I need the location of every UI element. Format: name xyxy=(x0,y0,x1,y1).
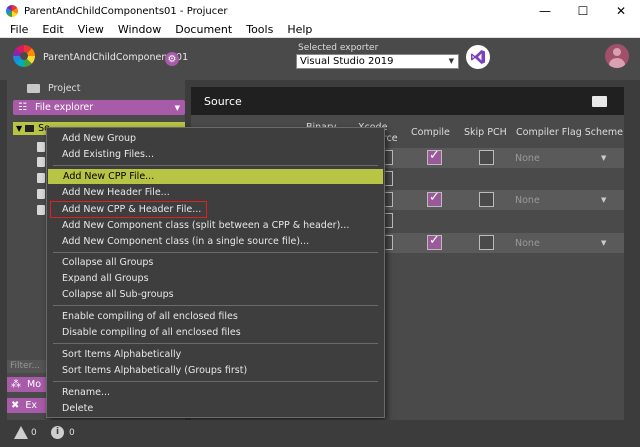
menu-item-rename[interactable]: Rename... xyxy=(47,385,384,400)
menu-file[interactable]: File xyxy=(0,23,35,36)
menu-bar: File Edit View Window Document Tools Hel… xyxy=(0,22,640,38)
chevron-down-icon: ▼ xyxy=(16,124,23,133)
menu-item-disable-compiling[interactable]: Disable compiling of all enclosed files xyxy=(47,325,384,340)
sidebar-project[interactable]: Project xyxy=(7,81,185,96)
compiler-flag-scheme-select[interactable]: None ▼ xyxy=(515,195,606,206)
menu-separator xyxy=(53,165,378,166)
menu-separator xyxy=(53,252,378,253)
menu-item-add-new-cpp-file[interactable]: Add New CPP File... xyxy=(48,169,383,184)
warning-count: 0 xyxy=(31,428,37,438)
chevron-down-icon: ▼ xyxy=(174,103,180,112)
warning-icon[interactable] xyxy=(14,426,28,439)
info-count: 0 xyxy=(69,428,75,438)
menu-tools[interactable]: Tools xyxy=(239,23,280,36)
file-explorer-tab[interactable]: ☷ File explorer ▼ xyxy=(13,100,185,115)
compiler-flag-scheme-select[interactable]: None ▼ xyxy=(515,238,606,249)
compiler-flag-scheme-select[interactable]: None ▼ xyxy=(515,153,606,164)
sidebar-project-label: Project xyxy=(48,83,81,94)
menu-item-collapse-all-groups[interactable]: Collapse all Groups xyxy=(47,255,384,270)
maximize-button[interactable]: ☐ xyxy=(564,0,602,22)
close-button[interactable]: ✕ xyxy=(602,0,640,22)
compile-checkbox[interactable] xyxy=(427,148,442,165)
exporter-label: Selected exporter xyxy=(298,43,379,53)
info-icon[interactable]: i xyxy=(51,426,64,439)
projucer-logo-icon xyxy=(13,45,35,67)
file-tree-icon: ☷ xyxy=(18,102,27,113)
menu-item-sort-groups-first[interactable]: Sort Items Alphabetically (Groups first) xyxy=(47,363,384,378)
compile-checkbox[interactable] xyxy=(427,233,442,250)
user-avatar-icon[interactable] xyxy=(605,44,629,68)
project-header: ParentAndChildComponents01 ⚙ Selected ex… xyxy=(0,38,640,80)
status-bar: 0 i 0 xyxy=(0,420,640,447)
menu-item-expand-all-groups[interactable]: Expand all Groups xyxy=(47,271,384,286)
menu-separator xyxy=(53,381,378,382)
file-explorer-label: File explorer xyxy=(35,102,94,113)
menu-item-add-new-header-file[interactable]: Add New Header File... xyxy=(47,185,384,200)
minimize-button[interactable]: — xyxy=(526,0,564,22)
chevron-down-icon: ▼ xyxy=(601,196,607,204)
menu-view[interactable]: View xyxy=(71,23,111,36)
source-header: Source xyxy=(191,87,624,115)
modules-icon: ⁂ xyxy=(11,379,21,390)
folder-open-icon[interactable] xyxy=(592,96,607,107)
menu-item-add-existing-files[interactable]: Add Existing Files... xyxy=(47,147,384,162)
projucer-app-icon xyxy=(6,5,18,17)
project-settings-gear-icon[interactable]: ⚙ xyxy=(165,52,179,66)
exporters-icon: ✖ xyxy=(11,400,20,411)
file-icon[interactable] xyxy=(37,173,45,183)
file-icon[interactable] xyxy=(37,205,45,215)
window-title: ParentAndChildComponents01 - Projucer xyxy=(24,5,228,17)
chevron-down-icon: ▼ xyxy=(448,57,454,65)
file-icon[interactable] xyxy=(37,157,45,167)
highlight-outline xyxy=(50,201,207,218)
exporters-tab-label: Ex xyxy=(25,400,38,411)
group-context-menu: Add New Group Add Existing Files... Add … xyxy=(46,127,385,418)
chevron-down-icon: ▼ xyxy=(601,239,607,247)
menu-window[interactable]: Window xyxy=(111,23,168,36)
menu-edit[interactable]: Edit xyxy=(35,23,70,36)
file-icon[interactable] xyxy=(37,189,45,199)
folder-icon xyxy=(25,125,35,132)
menu-separator xyxy=(53,305,378,306)
skip-pch-checkbox[interactable] xyxy=(479,235,494,250)
menu-item-enable-compiling[interactable]: Enable compiling of all enclosed files xyxy=(47,309,384,324)
modules-tab[interactable]: ⁂ Mo xyxy=(7,377,47,392)
visual-studio-icon[interactable] xyxy=(466,45,490,69)
menu-help[interactable]: Help xyxy=(280,23,319,36)
menu-item-delete[interactable]: Delete xyxy=(47,401,384,416)
source-title: Source xyxy=(204,94,242,108)
chevron-down-icon: ▼ xyxy=(601,154,607,162)
folder-icon xyxy=(27,84,40,93)
compile-checkbox[interactable] xyxy=(427,190,442,207)
menu-item-add-component-split[interactable]: Add New Component class (split between a… xyxy=(47,218,384,233)
exporters-tab[interactable]: ✖ Ex xyxy=(7,398,47,413)
menu-item-collapse-all-subgroups[interactable]: Collapse all Sub-groups xyxy=(47,287,384,302)
exporter-value: Visual Studio 2019 xyxy=(300,56,394,67)
col-skip-pch: Skip PCH xyxy=(464,127,507,138)
col-compile: Compile xyxy=(411,127,450,138)
modules-tab-label: Mo xyxy=(27,379,42,390)
skip-pch-checkbox[interactable] xyxy=(479,192,494,207)
menu-item-add-new-group[interactable]: Add New Group xyxy=(47,131,384,146)
col-compiler-flag-scheme: Compiler Flag Scheme xyxy=(516,127,623,138)
filter-input[interactable]: Filter... xyxy=(7,360,47,373)
menu-item-add-component-single[interactable]: Add New Component class (in a single sou… xyxy=(47,234,384,249)
skip-pch-checkbox[interactable] xyxy=(479,150,494,165)
menu-separator xyxy=(53,343,378,344)
title-bar: ParentAndChildComponents01 - Projucer — … xyxy=(0,0,640,22)
menu-document[interactable]: Document xyxy=(168,23,239,36)
file-icon[interactable] xyxy=(37,142,45,152)
exporter-select[interactable]: Visual Studio 2019 ▼ xyxy=(296,54,459,69)
menu-item-sort-alphabetically[interactable]: Sort Items Alphabetically xyxy=(47,347,384,362)
